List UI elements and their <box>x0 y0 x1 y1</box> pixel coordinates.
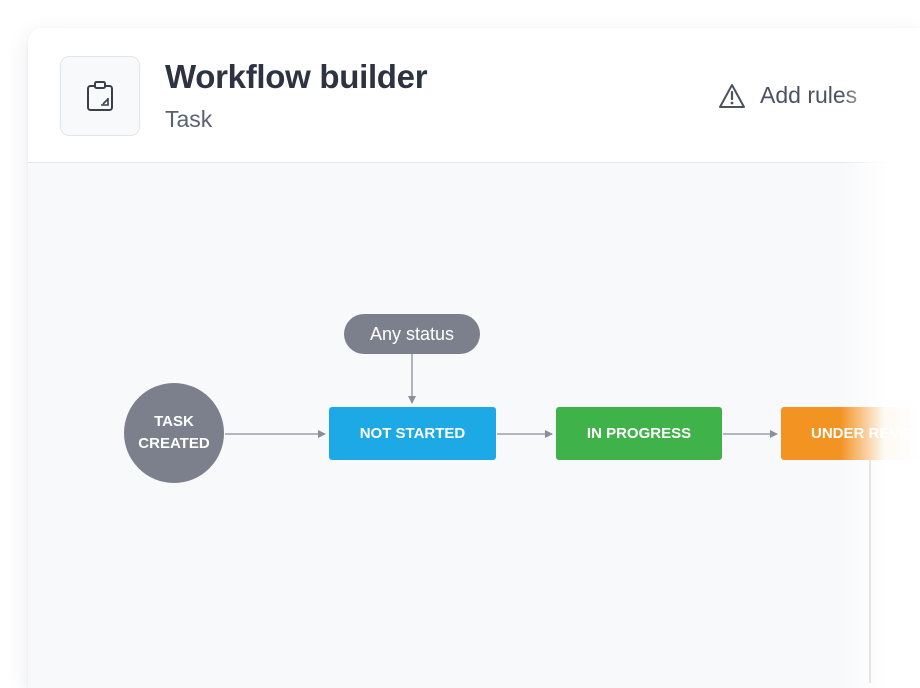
workflow-builder-panel: Workflow builder Task Add rules TASK CRE… <box>28 28 920 688</box>
panel-header: Workflow builder Task Add rules <box>28 28 920 163</box>
status-node-not-started[interactable]: NOT STARTED <box>329 407 496 460</box>
task-created-node[interactable]: TASK CREATED <box>124 383 224 483</box>
status-node-in-progress[interactable]: IN PROGRESS <box>556 407 722 460</box>
task-created-label: TASK CREATED <box>138 413 210 452</box>
workflow-canvas[interactable]: TASK CREATED Any status NOT STARTED IN P… <box>28 163 920 688</box>
page-title: Workflow builder <box>165 58 428 95</box>
warning-triangle-icon <box>719 83 745 108</box>
clipboard-icon <box>60 56 140 136</box>
status-node-under-review[interactable]: UNDER REVIEW <box>781 407 920 460</box>
page-subtitle: Task <box>165 106 213 132</box>
add-rules-label: Add rules <box>760 82 858 108</box>
any-status-node[interactable]: Any status <box>344 314 480 354</box>
add-rules-button[interactable]: Add rules <box>718 82 857 109</box>
